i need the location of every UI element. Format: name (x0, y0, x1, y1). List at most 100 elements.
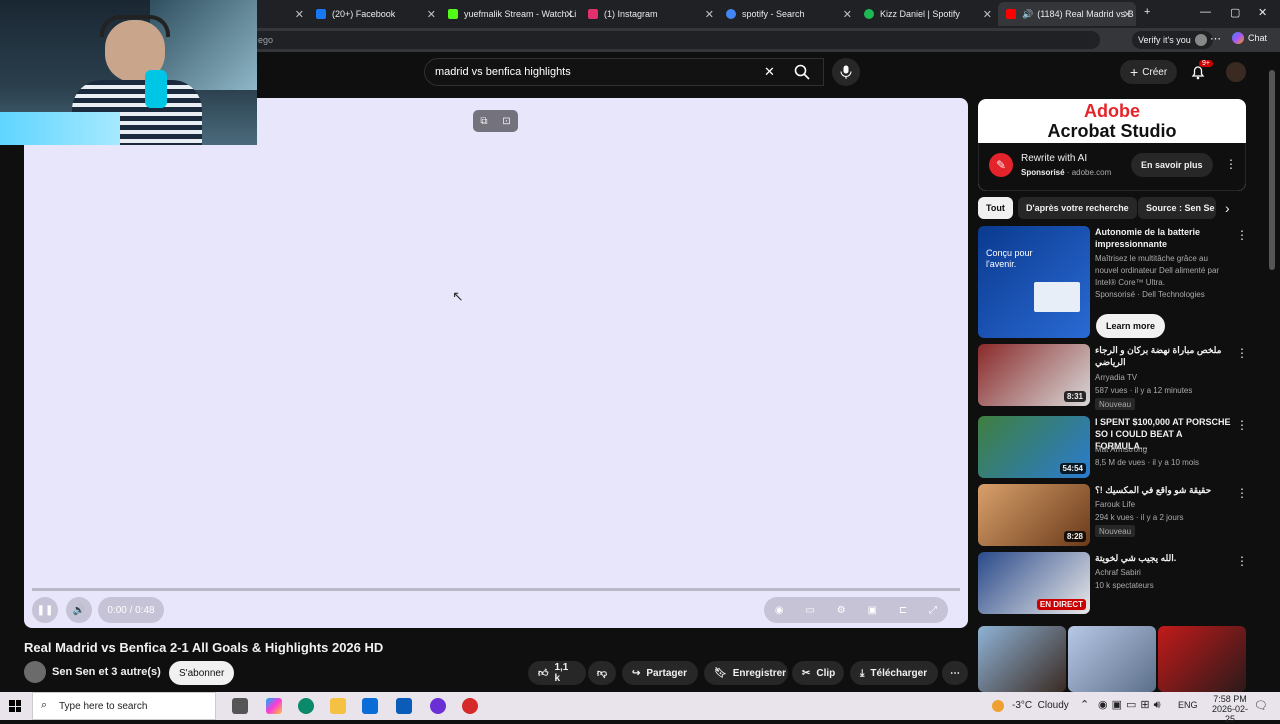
fullscreen-icon[interactable]: ⤢ (929, 605, 937, 616)
rec-channel[interactable]: Arryadia TV (1095, 372, 1137, 384)
settings-icon[interactable]: ⚙ (837, 605, 846, 616)
autoplay-toggle-icon[interactable]: ◉ (775, 605, 784, 616)
close-icon[interactable]: ✕ (427, 8, 436, 21)
rec-channel[interactable]: Mat Armstrong (1095, 444, 1147, 456)
subtitles-icon[interactable]: ▭ (805, 605, 814, 616)
more-vert-icon[interactable]: ⋮ (1236, 346, 1248, 360)
search-button[interactable] (784, 58, 820, 86)
scrollbar[interactable] (1268, 58, 1276, 690)
picture-in-picture-icon[interactable]: ⧉ (480, 116, 487, 127)
rec-thumbnail[interactable]: 54:54 (978, 416, 1090, 478)
minimize-button[interactable]: — (1200, 6, 1211, 18)
close-icon[interactable]: ✕ (705, 8, 714, 21)
account-avatar[interactable] (1226, 62, 1246, 82)
rec-channel[interactable]: Achraf Sabiri (1095, 567, 1141, 579)
edge-icon[interactable] (298, 698, 314, 714)
chip-related-search[interactable]: D'après votre recherche (1018, 197, 1137, 219)
volume-button[interactable]: 🔊 (66, 597, 92, 623)
progress-bar[interactable] (32, 588, 960, 591)
short-thumbnail[interactable] (1158, 626, 1246, 692)
dislike-button[interactable]: 👎︎ (588, 661, 616, 685)
file-explorer-icon[interactable] (330, 698, 346, 714)
voice-search-button[interactable] (832, 58, 860, 86)
menu-icon[interactable]: ⋯ (1210, 32, 1221, 45)
ad-headline: Rewrite with AI (1021, 153, 1088, 164)
rec-title[interactable]: ملخص مباراة نهضة بركان و الرجاء الرياضي (1095, 344, 1231, 368)
notifications-button[interactable]: 9+ (1190, 60, 1213, 85)
speaker-icon[interactable]: 🔊 (1022, 9, 1033, 20)
tray-chevron-icon[interactable]: ⌃ (1080, 698, 1089, 711)
scrollbar-thumb[interactable] (1269, 70, 1275, 270)
copilot-icon[interactable] (266, 698, 282, 714)
rec-thumbnail[interactable]: 8:28 (978, 484, 1090, 546)
more-vert-icon[interactable]: ⋮ (1236, 418, 1248, 432)
short-thumbnail[interactable] (1068, 626, 1156, 692)
close-window-button[interactable]: ✕ (1258, 6, 1267, 19)
learn-more-button[interactable]: Learn more (1096, 314, 1166, 338)
cast-icon[interactable]: ⊏ (899, 605, 907, 616)
new-badge: Nouveau (1095, 525, 1136, 537)
outlook-icon[interactable] (396, 698, 412, 714)
more-vert-icon[interactable]: ⋮ (1225, 157, 1237, 171)
verify-profile-button[interactable]: Verify it's you (1132, 31, 1213, 49)
new-tab-button[interactable]: + (1144, 6, 1150, 18)
video-player[interactable]: ⧉ ⊡ ↖ ❚❚ 🔊 0:00 / 0:48 ◉ ▭ ⚙ ▣ ⊏ ⤢ (24, 98, 968, 628)
tab-kick[interactable]: yuefmalik Stream - Watch Li ✕ (440, 2, 578, 26)
chip-all[interactable]: Tout (978, 197, 1013, 219)
rec-title[interactable]: الله يجيب شي لخويتة. (1095, 552, 1231, 564)
rec-thumbnail[interactable]: 8:31 (978, 344, 1090, 406)
like-button[interactable]: 👍︎ 1,1 k (528, 661, 586, 685)
new-badge: Nouveau (1095, 398, 1136, 410)
obs-icon[interactable] (462, 698, 478, 714)
tab-instagram[interactable]: (1) Instagram ✕ (580, 2, 718, 26)
channel-avatar[interactable] (24, 661, 46, 683)
dell-ad-thumbnail[interactable]: Conçu pour l'avenir. (978, 226, 1090, 338)
maximize-button[interactable]: ▢ (1230, 6, 1240, 19)
store-icon[interactable] (362, 698, 378, 714)
windows-start-icon[interactable] (9, 700, 21, 712)
weather-text[interactable]: -3°C Cloudy (1012, 700, 1069, 711)
ad-cta-button[interactable]: En savoir plus (1131, 153, 1213, 177)
tab-spotify[interactable]: Kizz Daniel | Spotify ✕ (856, 2, 996, 26)
more-vert-icon[interactable]: ⋮ (1236, 228, 1248, 242)
rec-title[interactable]: حقيقة شو واقع في المكسيك !؟ (1095, 484, 1231, 496)
chevron-right-icon[interactable]: › (1225, 200, 1230, 216)
notifications-icon[interactable]: 🗨︎ (1254, 699, 1268, 712)
kick-icon (448, 9, 458, 19)
language-indicator[interactable]: ENG (1178, 700, 1198, 710)
tray-icons[interactable]: ◉▣▭⊞🔊︎ (1098, 698, 1165, 712)
clear-search-icon[interactable]: ✕ (764, 64, 775, 80)
short-thumbnail[interactable] (978, 626, 1066, 692)
chip-source[interactable]: Source : Sen Se (1138, 197, 1216, 219)
copilot-chat-button[interactable]: Chat (1232, 32, 1267, 44)
more-vert-icon[interactable]: ⋮ (1236, 554, 1248, 568)
close-icon[interactable]: ✕ (1123, 8, 1132, 21)
download-button[interactable]: ⤓ Télécharger (850, 661, 938, 685)
app-icon[interactable] (430, 698, 446, 714)
miniplayer-icon[interactable]: ▣ (868, 605, 877, 616)
create-button[interactable]: + Créer (1120, 60, 1178, 84)
close-icon[interactable]: ✕ (565, 8, 574, 21)
pause-button[interactable]: ❚❚ (32, 597, 58, 623)
rec-title[interactable]: Autonomie de la batterie impressionnante (1095, 226, 1231, 250)
taskbar-search-input[interactable]: ⌕ Type here to search (32, 692, 216, 720)
more-actions-button[interactable]: ⋯ (942, 661, 968, 685)
task-view-icon[interactable] (232, 698, 248, 714)
tab-partial[interactable]: ✕ (260, 2, 308, 26)
cast-icon[interactable]: ⊡ (502, 116, 510, 127)
tab-spotify-search[interactable]: spotify - Search ✕ (718, 2, 856, 26)
address-bar[interactable]: ego (250, 31, 1100, 49)
share-button[interactable]: ↪ Partager (622, 661, 698, 685)
rec-channel[interactable]: Farouk Life (1095, 499, 1135, 511)
close-icon[interactable]: ✕ (843, 8, 852, 21)
tab-facebook[interactable]: (20+) Facebook ✕ (308, 2, 440, 26)
save-button[interactable]: 🔖︎ Enregistrer (704, 661, 788, 685)
rec-thumbnail[interactable]: EN DIRECT (978, 552, 1090, 614)
channel-name[interactable]: Sen Sen et 3 autre(s) (52, 666, 161, 678)
clip-button[interactable]: ✂ Clip (792, 661, 844, 685)
more-vert-icon[interactable]: ⋮ (1236, 486, 1248, 500)
tab-youtube-active[interactable]: 🔊 (1184) Real Madrid vs B ✕ (998, 2, 1136, 26)
close-icon[interactable]: ✕ (983, 8, 992, 21)
subscribe-button[interactable]: S'abonner (169, 661, 235, 685)
close-icon[interactable]: ✕ (295, 8, 304, 21)
